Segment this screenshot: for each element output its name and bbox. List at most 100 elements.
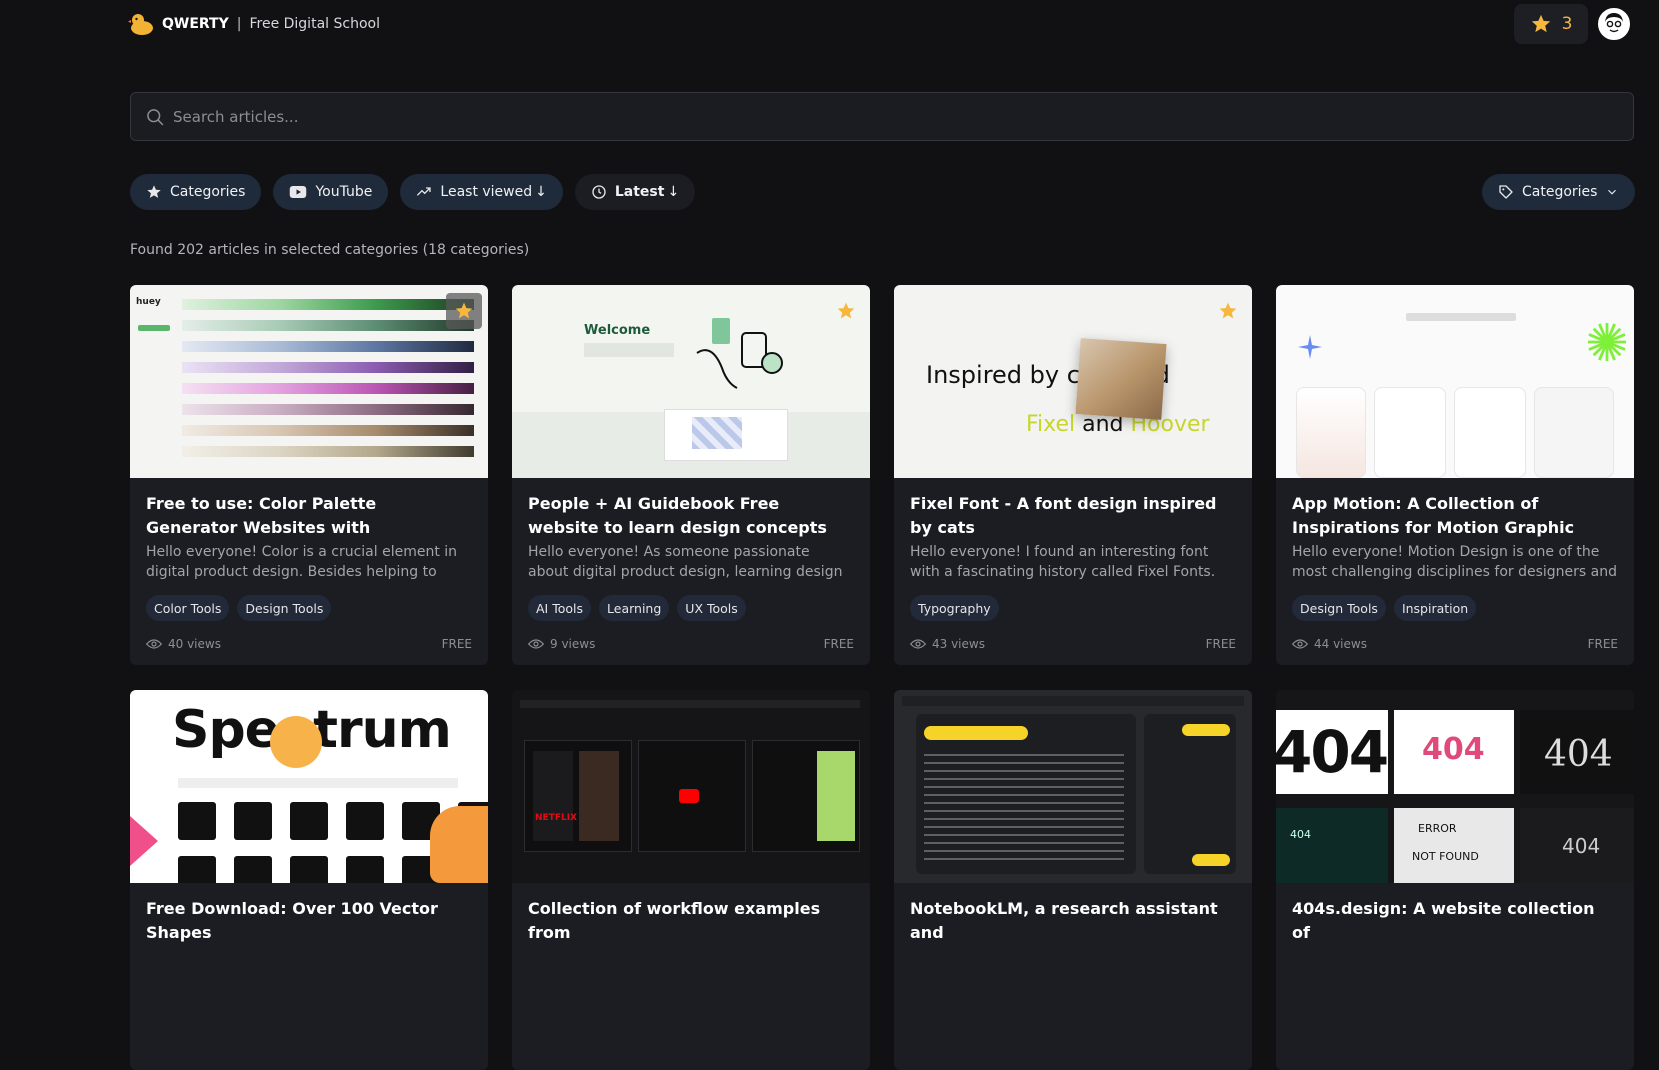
views-count: 9 views <box>550 637 596 651</box>
netflix-logo: NETFLIX <box>535 813 577 823</box>
user-avatar-icon <box>1600 10 1628 38</box>
favorite-badge[interactable] <box>828 293 864 329</box>
article-card[interactable]: 404 404 404 404 ERROR NOT FOUND 404 404s… <box>1276 690 1634 1070</box>
article-card[interactable]: App Motion: A Collection of Inspirations… <box>1276 285 1634 665</box>
card-views: 44 views <box>1292 637 1367 651</box>
youtube-icon <box>290 186 307 198</box>
search-bar[interactable] <box>130 92 1634 141</box>
card-title: Fixel Font - A font design inspired by c… <box>910 494 1217 537</box>
latest-sort-button[interactable]: Latest ↓ <box>574 174 696 210</box>
card-description: Hello everyone! As someone passionate ab… <box>528 544 843 580</box>
points-button[interactable]: 3 <box>1514 4 1588 44</box>
star-icon <box>147 185 161 198</box>
illustration-icon <box>696 318 783 389</box>
tag[interactable]: Design Tools <box>237 595 332 621</box>
article-card[interactable]: NETFLIX Collection of workflow examples … <box>512 690 870 1070</box>
card-title: NotebookLM, a research assistant and <box>910 899 1218 942</box>
views-count: 43 views <box>932 637 985 651</box>
sort-arrow-icon: ↓ <box>535 184 547 200</box>
thumb-heading: Welcome <box>584 323 651 338</box>
card-title: Free to use: Color Palette Generator Web… <box>146 494 377 537</box>
card-thumbnail: 404 404 404 404 ERROR NOT FOUND 404 <box>1276 690 1634 883</box>
categories-dropdown[interactable]: Categories <box>1482 174 1636 210</box>
views-count: 40 views <box>168 637 221 651</box>
youtube-filter-button[interactable]: YouTube <box>273 174 389 210</box>
points-count: 3 <box>1561 14 1573 34</box>
star-icon <box>837 302 855 319</box>
chevron-down-icon <box>1608 189 1617 195</box>
chip-label: Least viewed <box>440 184 533 200</box>
categories-filter-button[interactable]: Categories <box>130 174 262 210</box>
filter-bar: Categories YouTube Least viewed ↓ Latest… <box>130 174 696 210</box>
article-card[interactable]: Spe trum Free Download: Over 100 Vector … <box>130 690 488 1070</box>
eye-icon <box>528 639 544 649</box>
eye-icon <box>146 639 162 649</box>
tag[interactable]: Typography <box>910 595 999 621</box>
card-thumbnail: Welcome <box>512 285 870 478</box>
card-tags: Typography <box>910 595 1236 621</box>
views-count: 44 views <box>1314 637 1367 651</box>
eye-icon <box>1292 639 1308 649</box>
price-label: FREE <box>441 637 472 651</box>
sort-arrow-icon: ↓ <box>667 184 680 200</box>
eye-icon <box>910 639 926 649</box>
article-card[interactable]: huey Free to use: Color Palette Generato… <box>130 285 488 665</box>
card-tags: AI Tools Learning UX Tools <box>528 595 854 621</box>
chip-label: Latest <box>614 184 665 200</box>
card-title: App Motion: A Collection of Inspirations… <box>1292 494 1575 537</box>
card-title: Free Download: Over 100 Vector Shapes <box>146 899 438 942</box>
tag[interactable]: Learning <box>599 595 670 621</box>
brand[interactable]: QWERTY | Free Digital School <box>128 12 380 36</box>
tag[interactable]: UX Tools <box>677 595 746 621</box>
tag[interactable]: Inspiration <box>1393 595 1477 621</box>
price-label: FREE <box>1205 637 1236 651</box>
card-views: 40 views <box>146 637 221 651</box>
chip-label: Categories <box>170 184 246 200</box>
thumb-404: 404 <box>1276 718 1388 786</box>
price-label: FREE <box>1587 637 1618 651</box>
card-views: 43 views <box>910 637 985 651</box>
card-tags: Color Tools Design Tools <box>146 595 472 621</box>
article-card[interactable]: Welcome People + AI Guidebook Free websi… <box>512 285 870 665</box>
least-viewed-sort-button[interactable]: Least viewed ↓ <box>400 174 563 210</box>
tag[interactable]: Color Tools <box>146 595 230 621</box>
card-views: 9 views <box>528 637 595 651</box>
chip-label: YouTube <box>315 184 373 200</box>
duck-logo-icon <box>128 14 153 35</box>
card-description: Hello everyone! Color is a crucial eleme… <box>146 544 458 580</box>
brand-separator: | <box>236 16 242 32</box>
favorite-badge[interactable] <box>1210 293 1246 329</box>
favorite-badge[interactable] <box>446 293 482 329</box>
price-label: FREE <box>823 637 854 651</box>
card-description: Hello everyone! I found an interesting f… <box>910 544 1216 580</box>
card-thumbnail <box>1276 285 1634 478</box>
dropdown-label: Categories <box>1522 184 1598 200</box>
brand-name: QWERTY <box>162 16 229 32</box>
card-thumbnail: NETFLIX <box>512 690 870 883</box>
results-summary: Found 202 articles in selected categorie… <box>130 242 530 258</box>
search-icon <box>147 108 164 125</box>
sparkle-icon <box>1298 335 1322 359</box>
star-icon <box>455 302 473 319</box>
tag[interactable]: AI Tools <box>528 595 592 621</box>
card-thumbnail: Spe trum <box>130 690 488 883</box>
trending-icon <box>417 187 432 196</box>
brand-tagline: Free Digital School <box>249 16 380 32</box>
card-thumbnail: Inspired by c ved Fixel and Hoover <box>894 285 1252 478</box>
avatar[interactable] <box>1598 8 1630 40</box>
article-card[interactable]: Inspired by c ved Fixel and Hoover Fixel… <box>894 285 1252 665</box>
star-icon <box>1219 302 1237 319</box>
card-thumbnail <box>894 690 1252 883</box>
smiley-shape <box>270 716 322 768</box>
card-title: 404s.design: A website collection of <box>1292 899 1595 942</box>
article-card[interactable]: NotebookLM, a research assistant and <box>894 690 1252 1070</box>
card-title: People + AI Guidebook Free website to le… <box>528 494 827 537</box>
tag[interactable]: Design Tools <box>1292 595 1386 621</box>
card-thumbnail: huey <box>130 285 488 478</box>
search-input[interactable] <box>173 107 1633 126</box>
cat-photo <box>1075 338 1167 420</box>
clock-icon <box>592 185 606 199</box>
card-tags: Design Tools Inspiration <box>1292 595 1618 621</box>
card-description: Hello everyone! Motion Design is one of … <box>1292 544 1617 580</box>
thumb-logo: huey <box>136 297 161 307</box>
